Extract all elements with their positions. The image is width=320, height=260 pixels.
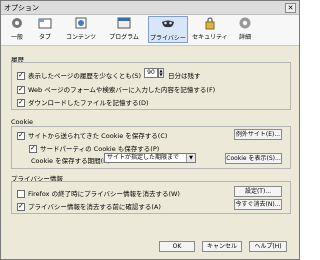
history-days-input[interactable]: 90: [144, 68, 158, 78]
tab-tabs-label: タブ: [38, 34, 51, 41]
third-party-row: サードパーティの Cookie も保存する(P): [29, 143, 159, 153]
tab-general-label: 一般: [10, 34, 23, 41]
remember-downloads-label: ダウンロードしたファイルを記憶する(D): [28, 99, 149, 107]
tab-tabs[interactable]: タブ: [33, 16, 57, 43]
third-party-checkbox[interactable]: [29, 144, 37, 153]
settings-button[interactable]: 設定(T)...: [234, 186, 282, 197]
tab-advanced[interactable]: 詳細: [233, 16, 257, 43]
remember-form-label: Web ページのフォームや検索バーに入力した内容を記憶する(F): [28, 86, 216, 94]
clear-on-close-label: Firefox の終了時にプライバシー情報を消去する(W): [28, 190, 180, 198]
tab-privacy[interactable]: プライバシー: [148, 16, 188, 43]
exceptions-button[interactable]: 例外サイト(E)...: [234, 129, 282, 140]
third-party-label: サードパーティの Cookie も保存する(P): [40, 145, 160, 153]
show-cookies-button[interactable]: Cookie を表示(S)...: [225, 153, 282, 164]
chevron-down-icon: ▼: [186, 154, 195, 162]
clear-on-close-row: Firefox の終了時にプライバシー情報を消去する(W): [17, 188, 180, 198]
options-window: オプション ✕ 一般 タブ コンテンツ プログラム プライバシー セキュリティ …: [0, 0, 300, 260]
content-icon: [75, 17, 87, 29]
programs-icon: [117, 17, 131, 29]
category-toolbar: 一般 タブ コンテンツ プログラム プライバシー セキュリティ 詳細: [1, 15, 299, 46]
tab-advanced-label: 詳細: [238, 34, 251, 41]
remember-downloads-row: ダウンロードしたファイルを記憶する(D): [17, 97, 149, 107]
accept-cookies-row: サイトから送られてきた Cookie を保存する(C): [17, 130, 167, 140]
tabs-icon: [38, 18, 52, 29]
title-bar: オプション ✕: [1, 1, 299, 15]
remember-form-checkbox[interactable]: [17, 85, 25, 94]
accept-cookies-checkbox[interactable]: [17, 131, 25, 140]
cookie-section-title: Cookie: [11, 118, 34, 126]
tab-security[interactable]: セキュリティ: [191, 16, 229, 43]
clear-now-button[interactable]: 今すぐ消去(N)...: [234, 199, 282, 210]
privacy-mask-icon: [162, 20, 174, 28]
keep-until-select[interactable]: サイトが指定した期限まで ▼: [104, 153, 196, 163]
tab-security-label: セキュリティ: [192, 34, 228, 41]
remember-downloads-checkbox[interactable]: [17, 98, 25, 107]
tab-content-label: コンテンツ: [65, 34, 96, 41]
security-lock-icon: [205, 17, 215, 30]
tab-programs-label: プログラム: [109, 34, 139, 41]
accept-cookies-label: サイトから送られてきた Cookie を保存する(C): [28, 132, 168, 140]
ask-before-label: プライバシー情報を消去する前に確認する(A): [28, 203, 161, 211]
help-button[interactable]: ヘルプ(H): [249, 241, 287, 252]
ask-before-row: プライバシー情報を消去する前に確認する(A): [17, 201, 161, 211]
tab-privacy-label: プライバシー: [150, 35, 186, 42]
cancel-button[interactable]: キャンセル: [202, 241, 242, 252]
tab-general[interactable]: 一般: [5, 16, 29, 43]
remember-visited-checkbox[interactable]: [17, 71, 25, 80]
keep-until-value: サイトが指定した期限まで: [107, 154, 180, 161]
keep-until-label: Cookie を保存する期間(K):: [31, 157, 113, 165]
advanced-gear-icon: [239, 17, 251, 29]
tab-content[interactable]: コンテンツ: [63, 16, 99, 43]
remember-visited-row: 表示したページの履歴を少なくとも(S): [17, 70, 141, 80]
ask-before-checkbox[interactable]: [17, 202, 25, 211]
clear-on-close-checkbox[interactable]: [17, 190, 25, 198]
history-days-suffix: 日分は残す: [168, 72, 201, 80]
history-days-spinner[interactable]: ▲ ▼: [158, 68, 164, 78]
ok-button[interactable]: OK: [159, 241, 195, 252]
close-button[interactable]: ✕: [285, 3, 296, 13]
window-title: オプション: [4, 4, 39, 12]
remember-visited-label: 表示したページの履歴を少なくとも(S): [28, 72, 142, 80]
gear-small-icon: [12, 18, 22, 28]
remember-form-row: Web ページのフォームや検索バーに入力した内容を記憶する(F): [17, 84, 215, 94]
tab-programs[interactable]: プログラム: [106, 16, 142, 43]
